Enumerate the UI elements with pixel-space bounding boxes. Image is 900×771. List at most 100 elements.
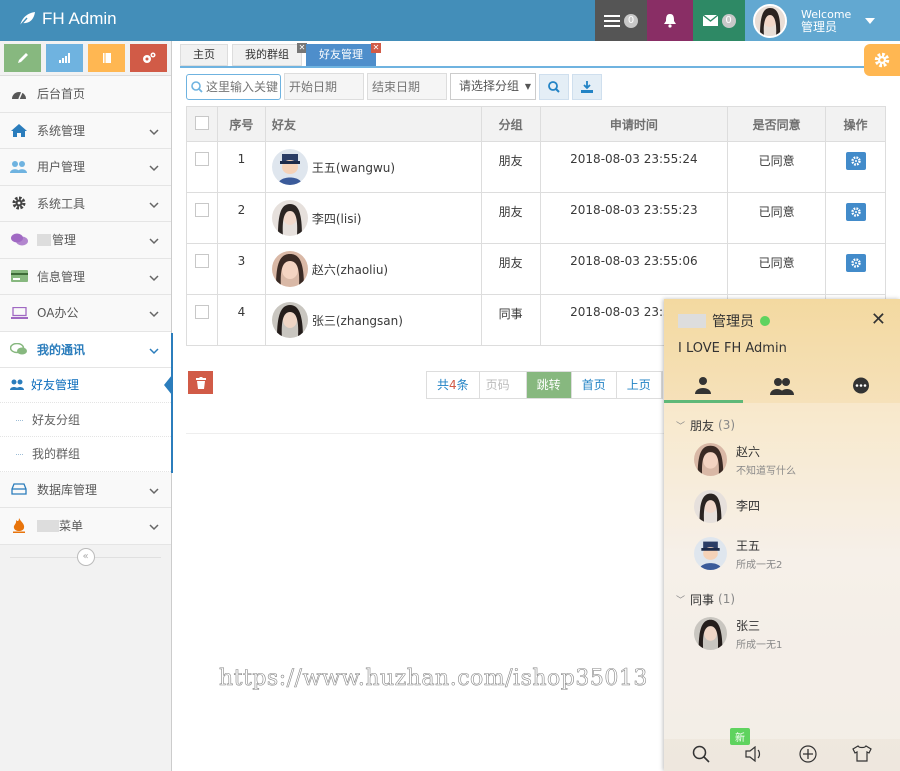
sidebar-item-comments[interactable]: 管理 <box>0 222 171 259</box>
tab-label: 我的群组 <box>245 48 289 61</box>
chat-panel: 管理员 ✕ I LOVE FH Admin ﹀ 朋友 (3) 赵六 不知道写什么 李四… <box>664 299 900 771</box>
tab-groups[interactable] <box>743 369 822 403</box>
pagination-total: 共4条 <box>427 372 480 398</box>
contact-item[interactable]: 赵六 不知道写什么 <box>664 436 900 483</box>
contact-group-colleagues[interactable]: ﹀ 同事 (1) <box>664 588 900 610</box>
page-number-input[interactable]: 页码 <box>480 372 527 398</box>
sidebar-item-label: 用户管理 <box>37 160 86 175</box>
row-checkbox[interactable] <box>194 152 209 166</box>
search-field[interactable] <box>186 73 281 100</box>
group-select[interactable]: 请选择分组 <box>450 73 536 100</box>
search-button[interactable] <box>539 73 569 100</box>
user-menu[interactable]: Welcome 管理员 <box>745 0 900 41</box>
search-input[interactable] <box>206 79 278 94</box>
close-icon[interactable]: ✕ <box>871 309 886 330</box>
tab-my-groups[interactable]: 我的群组 ✕ <box>232 43 307 66</box>
messages-button[interactable]: 0 <box>693 0 745 41</box>
settings-button[interactable] <box>864 44 900 76</box>
tab-underline <box>180 66 866 68</box>
go-button[interactable]: 跳转 <box>526 372 572 398</box>
row-checkbox-cell <box>186 294 218 346</box>
tasks-button[interactable]: 0 <box>595 0 647 41</box>
row-checkbox[interactable] <box>194 305 209 319</box>
chat-signature[interactable]: I LOVE FH Admin <box>678 341 787 356</box>
row-checkbox[interactable] <box>194 203 209 217</box>
shortcut-cogs-button[interactable] <box>130 44 167 72</box>
top-navbar: FH Admin 0 0 Welcome 管理员 <box>0 0 900 41</box>
welcome-text: Welcome <box>801 7 852 21</box>
avatar <box>694 490 727 523</box>
sidebar-item-database[interactable]: 数据库管理 <box>0 471 171 508</box>
shortcut-pencil-button[interactable] <box>4 44 41 72</box>
hdd-icon <box>10 482 28 496</box>
row-number: 4 <box>216 294 266 346</box>
sidebar-item-tools[interactable]: 系统工具 <box>0 185 171 222</box>
avatar <box>271 302 308 338</box>
avatar <box>271 149 308 185</box>
first-page-button[interactable]: 首页 <box>572 372 617 398</box>
sidebar-subitem-label: 我的群组 <box>32 447 81 462</box>
contact-item[interactable]: 李四 <box>664 483 900 530</box>
table-row: 1 王五(wangwu) 朋友 2018-08-03 23:55:24 已同意 <box>186 141 886 193</box>
tab-home[interactable]: 主页 <box>180 44 228 66</box>
add-icon[interactable] <box>799 744 817 766</box>
row-number: 1 <box>216 141 266 193</box>
blurred-text <box>37 233 51 246</box>
tab-friends[interactable] <box>664 369 743 403</box>
export-button[interactable] <box>572 73 602 100</box>
group-cell: 朋友 <box>480 141 541 193</box>
book-icon <box>102 53 111 63</box>
shortcut-book-button[interactable] <box>88 44 125 72</box>
contact-signature: 所成一无1 <box>736 639 783 651</box>
user-icon <box>695 376 712 394</box>
avatar <box>271 200 308 236</box>
tab-friends[interactable]: 好友管理 ✕ <box>306 43 381 66</box>
sidebar-subitem-friends[interactable]: 好友管理 <box>0 368 172 403</box>
download-icon <box>581 80 593 93</box>
time-cell: 2018-08-03 23:55:24 <box>539 141 729 193</box>
brand[interactable]: FH Admin <box>18 8 117 30</box>
sidebar-item-users[interactable]: 用户管理 <box>0 149 171 186</box>
tab-history[interactable] <box>821 369 900 403</box>
group-count: (3) <box>718 418 736 432</box>
select-all-cell <box>186 106 218 142</box>
chevron-down-icon <box>149 271 159 285</box>
delete-button[interactable] <box>188 371 213 394</box>
table-header-row: 序号 好友 分组 申请时间 是否同意 操作 <box>186 106 886 142</box>
search-icon[interactable] <box>692 745 710 766</box>
contact-item[interactable]: 张三 所成一无1 <box>664 610 900 657</box>
row-settings-button[interactable] <box>845 152 866 170</box>
sidebar-item-oa[interactable]: OA办公 <box>0 295 171 332</box>
trash-icon <box>195 376 206 389</box>
contact-group-friends[interactable]: ﹀ 朋友 (3) <box>664 414 900 436</box>
search-icon <box>191 80 203 93</box>
collapse-sidebar-button[interactable]: « <box>76 547 95 566</box>
sidebar-item-info[interactable]: 信息管理 <box>0 258 171 295</box>
laptop-icon <box>10 306 28 320</box>
sound-icon[interactable] <box>745 745 763 765</box>
divider <box>186 433 664 434</box>
shortcut-signal-button[interactable] <box>46 44 83 72</box>
row-settings-button[interactable] <box>845 254 866 272</box>
group-icon <box>770 378 794 395</box>
start-date-input[interactable] <box>284 73 364 100</box>
skin-icon[interactable] <box>852 745 873 765</box>
select-all-checkbox[interactable] <box>194 115 209 130</box>
sidebar-item-communication[interactable]: 我的通讯 <box>0 331 171 368</box>
row-settings-button[interactable] <box>845 203 866 221</box>
contact-item[interactable]: 王五 所成一无2 <box>664 530 900 577</box>
sidebar-subitem-my-groups[interactable]: 我的群组 <box>0 437 171 472</box>
sidebar-item-menu[interactable]: 菜单 <box>0 508 171 545</box>
notifications-button[interactable] <box>647 0 693 41</box>
sidebar-item-system[interactable]: 系统管理 <box>0 112 171 149</box>
sidebar-item-dashboard[interactable]: 后台首页 <box>0 76 171 113</box>
close-icon[interactable]: ✕ <box>371 43 381 53</box>
signal-icon <box>58 53 70 63</box>
chat-user-name: 管理员 <box>712 314 754 330</box>
end-date-input[interactable] <box>367 73 447 100</box>
friend-name: 王五(wangwu) <box>311 160 396 175</box>
row-checkbox[interactable] <box>194 254 209 268</box>
prev-page-button[interactable]: 上页 <box>617 372 662 398</box>
row-checkbox-cell <box>186 243 218 295</box>
sidebar-subitem-friend-groups[interactable]: 好友分组 <box>0 402 171 437</box>
